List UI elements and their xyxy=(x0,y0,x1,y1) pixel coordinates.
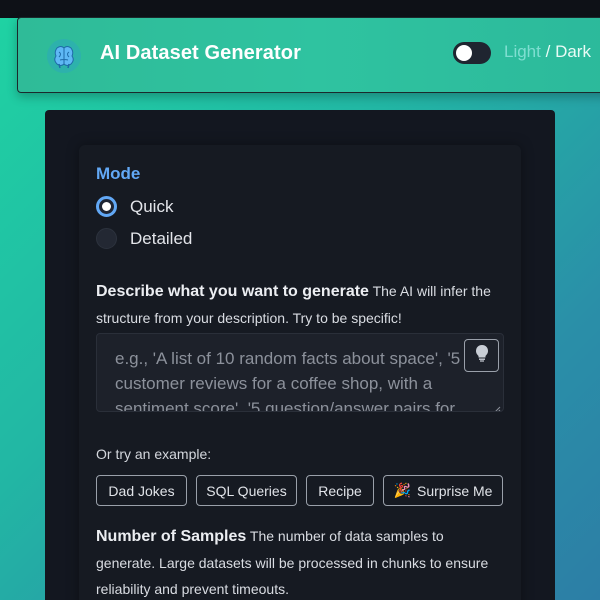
chip-label: Surprise Me xyxy=(416,482,493,499)
party-popper-icon: 🎉 xyxy=(393,482,411,498)
example-recipe-button[interactable]: Recipe xyxy=(306,475,374,506)
top-strip xyxy=(0,0,600,18)
describe-label: Describe what you want to generate xyxy=(96,283,369,300)
suggest-button[interactable] xyxy=(464,339,499,372)
chip-label: Recipe xyxy=(318,482,362,499)
chip-label: SQL Queries xyxy=(206,482,287,499)
theme-separator: / xyxy=(545,42,551,61)
radio-detailed[interactable]: Detailed xyxy=(96,228,192,249)
toggle-knob xyxy=(456,45,472,61)
samples-label: Number of Samples xyxy=(96,528,247,545)
lightbulb-icon xyxy=(474,344,490,367)
brain-icon xyxy=(45,37,83,75)
description-placeholder: e.g., 'A list of 10 random facts about s… xyxy=(115,349,461,412)
chip-label: Dad Jokes xyxy=(108,482,175,499)
example-sql-queries-button[interactable]: SQL Queries xyxy=(196,475,297,506)
theme-label: Light / Dark xyxy=(504,42,591,62)
app-header: AI Dataset Generator Light / Dark xyxy=(17,17,600,93)
resize-handle[interactable] xyxy=(493,401,501,411)
theme-dark-label: Dark xyxy=(555,42,591,61)
description-textarea[interactable]: e.g., 'A list of 10 random facts about s… xyxy=(96,333,504,412)
radio-button-unselected[interactable] xyxy=(96,228,117,249)
radio-button-selected[interactable] xyxy=(96,196,117,217)
radio-label-detailed: Detailed xyxy=(130,228,193,248)
radio-quick[interactable]: Quick xyxy=(96,196,173,217)
app-title: AI Dataset Generator xyxy=(100,42,301,64)
describe-section: Describe what you want to generate The A… xyxy=(96,278,506,331)
surprise-me-button[interactable]: 🎉 Surprise Me xyxy=(383,475,503,506)
theme-light-label: Light xyxy=(504,42,541,61)
samples-section: Number of Samples The number of data sam… xyxy=(96,523,506,600)
examples-label: Or try an example: xyxy=(96,446,212,462)
mode-heading: Mode xyxy=(96,164,141,183)
theme-toggle[interactable] xyxy=(453,42,491,64)
radio-label-quick: Quick xyxy=(130,196,174,216)
example-dad-jokes-button[interactable]: Dad Jokes xyxy=(96,475,187,506)
